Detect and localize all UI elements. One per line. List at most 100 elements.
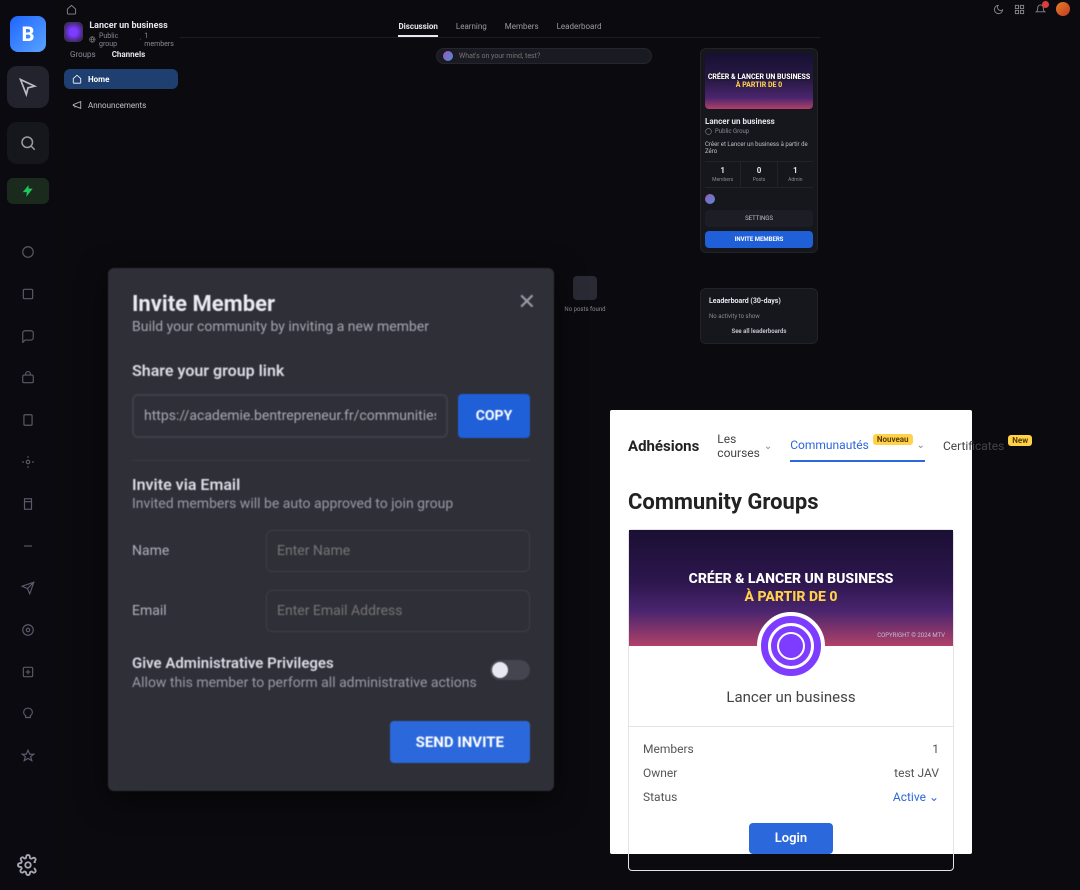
nav-icon-6[interactable] [7, 448, 49, 476]
sidebar-item-home[interactable]: Home [64, 69, 178, 89]
nav-icon-7[interactable] [7, 490, 49, 518]
card-description: Créer et Lancer un business à partir de … [705, 141, 813, 155]
leaderboard-link[interactable]: See all leaderboards [709, 328, 809, 335]
email-input[interactable] [266, 590, 530, 632]
chevron-down-icon: ⌄ [764, 441, 772, 452]
group-link-input[interactable] [132, 394, 448, 438]
stat-members-l: Members [712, 177, 733, 183]
chevron-down-icon: ⌄ [917, 440, 925, 451]
nav-icon-4[interactable] [7, 364, 49, 392]
invite-members-button[interactable]: INVITE MEMBERS [705, 231, 813, 248]
nav-icon-1[interactable] [7, 238, 49, 266]
sidebar-item-label: Home [88, 75, 109, 84]
status-dropdown[interactable]: Active⌄ [893, 790, 939, 804]
row-value: 1 [932, 742, 939, 756]
panel-tab-communities[interactable]: Communautés Nouveau ⌄ [790, 438, 925, 462]
invite-email-hint: Invited members will be auto approved to… [132, 496, 530, 512]
sidebar-tab-groups[interactable]: Groups [70, 50, 96, 59]
send-invite-button[interactable]: SEND INVITE [390, 721, 530, 763]
banner-line2: À PARTIR DE 0 [745, 588, 838, 606]
nav-icon-8[interactable] [7, 532, 49, 560]
grid-icon[interactable] [1014, 4, 1025, 15]
post-composer[interactable] [436, 48, 652, 64]
stat-members-n: 1 [705, 166, 740, 175]
banner-fineprint: COPYRIGHT © 2024 MTV [877, 632, 945, 640]
settings-icon[interactable] [0, 854, 56, 876]
nav-icon-3[interactable] [7, 322, 49, 350]
stat-posts-l: Posts [753, 177, 766, 183]
nav-icon-9[interactable] [7, 574, 49, 602]
empty-text: No posts found [555, 306, 615, 313]
row-key: Status [643, 790, 677, 804]
nav-icon-5[interactable] [7, 406, 49, 434]
admin-priv-toggle[interactable] [490, 660, 530, 680]
row-key: Owner [643, 766, 677, 780]
tab-leaderboard[interactable]: Leaderboard [557, 22, 602, 37]
leaderboard-card: Leaderboard (30-days) No activity to sho… [700, 288, 818, 344]
panel-tab-certificates[interactable]: Certificates New [943, 439, 1032, 461]
group-card-logo-icon [757, 612, 825, 680]
share-link-heading: Share your group link [132, 361, 530, 380]
modal-title: Invite Member [132, 292, 530, 317]
row-value: test JAV [894, 766, 939, 780]
memberships-panel: Adhésions Les courses ⌄ Communautés Nouv… [610, 410, 972, 854]
name-label: Name [132, 543, 252, 559]
group-banner: CRÉER & LANCER UN BUSINESS À PARTIR DE 0 [705, 53, 813, 109]
tab-learning[interactable]: Learning [456, 22, 487, 37]
modal-subtitle: Build your community by inviting a new m… [132, 319, 530, 335]
group-logo-icon [64, 22, 83, 42]
user-avatar[interactable] [1056, 2, 1070, 16]
notifications-icon[interactable] [1035, 4, 1046, 15]
card-title: Lancer un business [705, 117, 813, 126]
composer-avatar [443, 51, 453, 61]
megaphone-icon [72, 100, 82, 110]
composer-input[interactable] [459, 52, 645, 60]
nav-icon-12[interactable] [7, 700, 49, 728]
globe-icon [89, 36, 96, 43]
row-key: Members [643, 742, 694, 756]
sidebar-tab-channels[interactable]: Channels [112, 50, 146, 59]
settings-button[interactable]: SETTINGS [705, 210, 813, 227]
copy-button[interactable]: COPY [458, 394, 530, 438]
leaderboard-title: Leaderboard (30-days) [709, 297, 809, 305]
group-header: Lancer un business Public group · 1 memb… [64, 22, 178, 48]
sidebar-item-announcements[interactable]: Announcements [64, 95, 178, 115]
cursor-tool-icon[interactable] [7, 66, 49, 108]
name-input[interactable] [266, 530, 530, 572]
nav-icon-11[interactable] [7, 658, 49, 686]
email-label: Email [132, 603, 252, 619]
theme-toggle-icon[interactable] [993, 4, 1004, 15]
panel-tab-courses[interactable]: Les courses ⌄ [717, 432, 772, 468]
nav-icon-2[interactable] [7, 280, 49, 308]
tab-members[interactable]: Members [505, 22, 539, 37]
card-subtitle: Public Group [715, 128, 749, 135]
nav-icon-10[interactable] [7, 616, 49, 644]
community-group-card[interactable]: CRÉER & LANCER UN BUSINESS À PARTIR DE 0… [628, 529, 954, 871]
group-name: Lancer un business [89, 22, 178, 32]
banner-line1: CRÉER & LANCER UN BUSINESS [689, 570, 894, 588]
nav-star-icon[interactable] [7, 742, 49, 770]
stat-admin-l: Admin [788, 177, 802, 183]
sidebar-item-label: Announcements [88, 101, 146, 110]
close-icon[interactable]: ✕ [518, 290, 536, 315]
card-stats: 1Members 0Posts 1Admin [705, 161, 813, 188]
sidebar: Groups Channels Home Announcements [64, 46, 178, 115]
group-info-card: CRÉER & LANCER UN BUSINESS À PARTIR DE 0… [700, 48, 818, 253]
bolt-icon[interactable] [7, 178, 49, 204]
login-button[interactable]: Login [749, 823, 833, 854]
panel-tabs: Adhésions Les courses ⌄ Communautés Nouv… [628, 432, 954, 468]
admin-priv-hint: Allow this member to perform all adminis… [132, 674, 490, 693]
group-card-title: Lancer un business [629, 688, 953, 716]
home-icon[interactable] [66, 4, 77, 15]
invite-member-modal: Invite Member Build your community by in… [108, 268, 554, 791]
member-avatar[interactable] [705, 194, 715, 204]
main-tabs: Discussion Learning Members Leaderboard [180, 22, 820, 38]
app-logo[interactable]: B [10, 16, 46, 52]
panel-heading: Community Groups [628, 490, 954, 515]
tab-discussion[interactable]: Discussion [398, 22, 437, 37]
top-bar [56, 0, 1080, 18]
leaderboard-note: No activity to show [709, 313, 809, 320]
chevron-down-icon: ⌄ [929, 790, 939, 804]
search-button[interactable] [7, 122, 49, 164]
banner-line2: À PARTIR DE 0 [736, 81, 782, 89]
